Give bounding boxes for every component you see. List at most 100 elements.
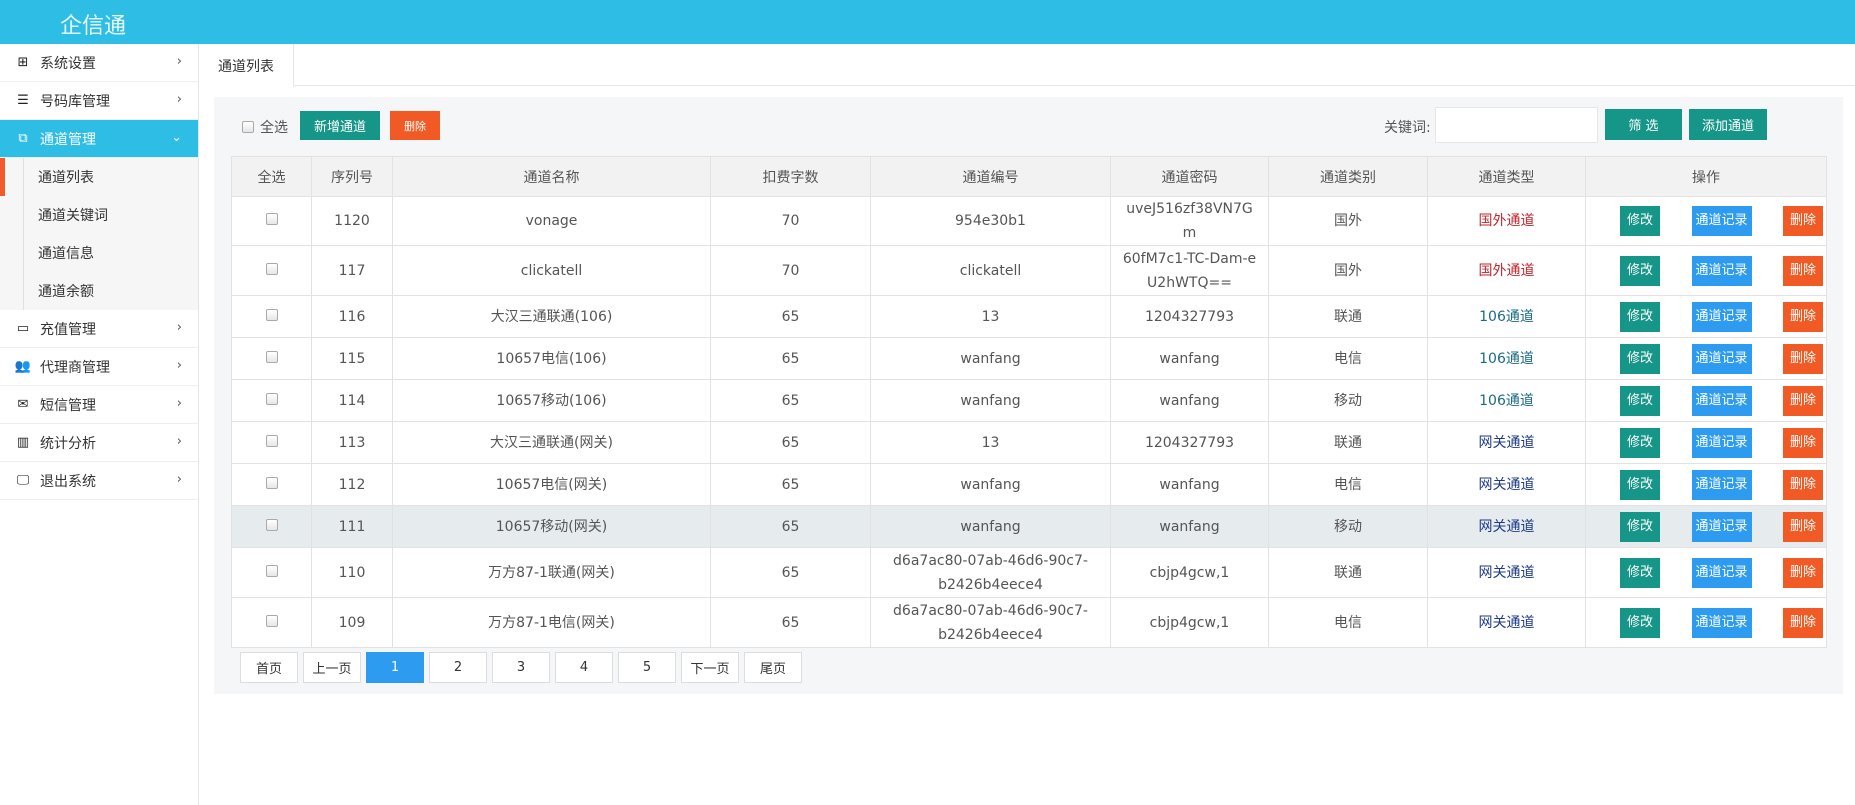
row-checkbox[interactable] xyxy=(265,434,278,447)
select-all-label: 全选 xyxy=(260,120,288,136)
sidebar-item-6[interactable]: ▥ 统计分析 › xyxy=(0,424,198,462)
bar-chart-icon: ▥ xyxy=(16,435,30,450)
edit-button[interactable]: 修改 xyxy=(1620,255,1660,286)
row-delete-button[interactable]: 删除 xyxy=(1783,427,1823,458)
records-button[interactable]: 通道记录 xyxy=(1691,206,1752,236)
cell-password: wanfang xyxy=(1110,337,1269,380)
edit-button[interactable]: 修改 xyxy=(1620,469,1660,500)
sidebar-subitem-0[interactable]: 通道列表 xyxy=(0,158,198,196)
row-checkbox[interactable] xyxy=(265,614,278,627)
delete-button[interactable]: 删除 xyxy=(390,111,440,140)
table-row[interactable]: 110 万方87-1联通(网关) 65 d6a7ac80-07ab-46d6-9… xyxy=(231,547,1827,598)
edit-button[interactable]: 修改 xyxy=(1620,206,1660,236)
cell-password: cbjp4gcw,1 xyxy=(1110,597,1269,648)
select-all[interactable]: 全选 xyxy=(242,117,288,137)
table-row[interactable]: 117 clickatell 70 clickatell 60fM7c1-TC-… xyxy=(231,245,1827,296)
table-row[interactable]: 115 10657电信(106) 65 wanfang wanfang 电信 1… xyxy=(231,337,1827,380)
table-row[interactable]: 1120 vonage 70 954e30b1 uveJ516zf38VN7Gm… xyxy=(231,196,1827,246)
cell-password: 1204327793 xyxy=(1110,295,1269,338)
row-delete-button[interactable]: 删除 xyxy=(1783,301,1823,332)
row-delete-button[interactable]: 删除 xyxy=(1783,385,1823,416)
records-button[interactable]: 通道记录 xyxy=(1691,607,1752,638)
pagination: 首页 上一页 1 2 3 4 5 下一页 尾页 xyxy=(240,652,802,683)
records-button[interactable]: 通道记录 xyxy=(1691,255,1752,286)
tab-channel-list[interactable]: 通道列表 xyxy=(199,44,294,87)
page-button[interactable]: 下一页 xyxy=(681,652,739,683)
page-button[interactable]: 4 xyxy=(555,652,613,683)
new-channel-button[interactable]: 新增通道 xyxy=(300,111,380,140)
cell-chars: 65 xyxy=(710,505,871,548)
page-button[interactable]: 5 xyxy=(618,652,676,683)
records-button[interactable]: 通道记录 xyxy=(1691,385,1752,416)
sidebar-item-3[interactable]: ▭ 充值管理 › xyxy=(0,310,198,348)
records-button[interactable]: 通道记录 xyxy=(1691,511,1752,542)
row-delete-button[interactable]: 删除 xyxy=(1783,255,1823,286)
records-button[interactable]: 通道记录 xyxy=(1691,557,1752,588)
sidebar-item-0[interactable]: ⊞ 系统设置 › xyxy=(0,44,198,82)
edit-button[interactable]: 修改 xyxy=(1620,343,1660,374)
edit-button[interactable]: 修改 xyxy=(1620,607,1660,638)
sidebar-item-label: 短信管理 xyxy=(40,397,96,414)
cell-name: 大汉三通联通(106) xyxy=(392,295,711,338)
cell-type: 国外通道 xyxy=(1427,196,1586,246)
page-button[interactable]: 2 xyxy=(429,652,487,683)
keyword-input[interactable] xyxy=(1435,107,1598,143)
records-button[interactable]: 通道记录 xyxy=(1691,301,1752,332)
row-delete-button[interactable]: 删除 xyxy=(1783,511,1823,542)
sidebar-item-2[interactable]: ⧉ 通道管理 ⌄ xyxy=(0,120,198,158)
cell-category: 移动 xyxy=(1268,505,1428,548)
sidebar-item-7[interactable]: 🖵 退出系统 › xyxy=(0,462,198,500)
row-checkbox[interactable] xyxy=(265,308,278,321)
row-checkbox[interactable] xyxy=(265,476,278,489)
row-checkbox[interactable] xyxy=(265,518,278,531)
row-delete-button[interactable]: 删除 xyxy=(1783,206,1823,236)
sidebar-item-5[interactable]: ✉ 短信管理 › xyxy=(0,386,198,424)
sidebar-item-4[interactable]: 👥 代理商管理 › xyxy=(0,348,198,386)
column-header: 通道类别 xyxy=(1268,156,1428,197)
cell-category: 联通 xyxy=(1268,421,1428,464)
edit-button[interactable]: 修改 xyxy=(1620,385,1660,416)
edit-button[interactable]: 修改 xyxy=(1620,427,1660,458)
row-delete-button[interactable]: 删除 xyxy=(1783,469,1823,500)
sidebar-item-label: 统计分析 xyxy=(40,435,96,452)
row-checkbox[interactable] xyxy=(265,213,278,225)
cell-type: 106通道 xyxy=(1427,337,1586,380)
table-row[interactable]: 112 10657电信(网关) 65 wanfang wanfang 电信 网关… xyxy=(231,463,1827,506)
table-row[interactable]: 113 大汉三通联通(网关) 65 13 1204327793 联通 网关通道 … xyxy=(231,421,1827,464)
chevron-right-icon: › xyxy=(176,54,182,69)
sidebar-subitem-2[interactable]: 通道信息 xyxy=(0,234,198,272)
table-row[interactable]: 109 万方87-1电信(网关) 65 d6a7ac80-07ab-46d6-9… xyxy=(231,597,1827,648)
page-button[interactable]: 3 xyxy=(492,652,550,683)
row-delete-button[interactable]: 删除 xyxy=(1783,607,1823,638)
row-delete-button[interactable]: 删除 xyxy=(1783,557,1823,588)
cell-chars: 65 xyxy=(710,547,871,598)
table-row[interactable]: 111 10657移动(网关) 65 wanfang wanfang 移动 网关… xyxy=(231,505,1827,548)
cell-category: 国外 xyxy=(1268,245,1428,296)
select-all-checkbox[interactable] xyxy=(242,121,254,133)
edit-button[interactable]: 修改 xyxy=(1620,557,1660,588)
add-channel-button[interactable]: 添加通道 xyxy=(1689,109,1767,140)
table-row[interactable]: 116 大汉三通联通(106) 65 13 1204327793 联通 106通… xyxy=(231,295,1827,338)
records-button[interactable]: 通道记录 xyxy=(1691,469,1752,500)
row-checkbox[interactable] xyxy=(265,350,278,363)
filter-button[interactable]: 筛 选 xyxy=(1605,109,1682,140)
records-button[interactable]: 通道记录 xyxy=(1691,427,1752,458)
page-button[interactable]: 上一页 xyxy=(303,652,361,683)
row-checkbox[interactable] xyxy=(265,392,278,405)
tab-bar: 通道列表 xyxy=(199,44,1855,87)
records-button[interactable]: 通道记录 xyxy=(1691,343,1752,374)
edit-button[interactable]: 修改 xyxy=(1620,511,1660,542)
page-button[interactable]: 尾页 xyxy=(744,652,802,683)
edit-button[interactable]: 修改 xyxy=(1620,301,1660,332)
sidebar-item-1[interactable]: ☰ 号码库管理 › xyxy=(0,82,198,120)
row-delete-button[interactable]: 删除 xyxy=(1783,343,1823,374)
page-button[interactable]: 1 xyxy=(366,652,424,683)
row-checkbox[interactable] xyxy=(265,262,278,275)
page-button[interactable]: 首页 xyxy=(240,652,298,683)
keyword-label: 关键词: xyxy=(1384,120,1431,136)
sidebar-subitem-1[interactable]: 通道关键词 xyxy=(0,196,198,234)
sidebar-item-label: 退出系统 xyxy=(40,473,96,490)
table-row[interactable]: 114 10657移动(106) 65 wanfang wanfang 移动 1… xyxy=(231,379,1827,422)
sidebar-subitem-3[interactable]: 通道余额 xyxy=(0,272,198,310)
row-checkbox[interactable] xyxy=(265,564,278,577)
